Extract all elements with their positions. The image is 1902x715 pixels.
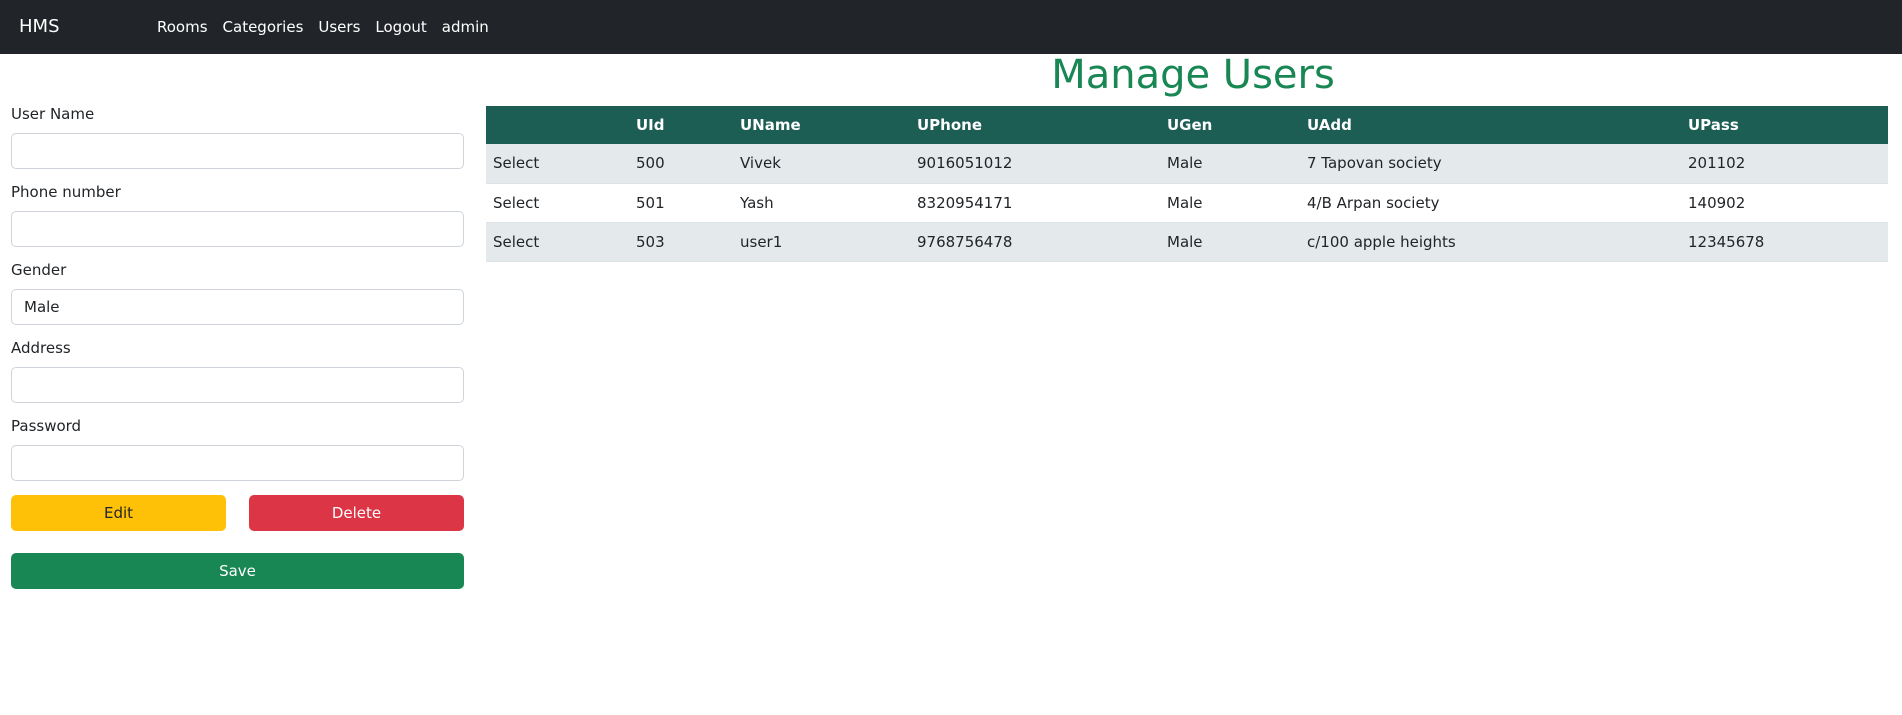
table-row: Select 500 Vivek 9016051012 Male 7 Tapov…: [486, 144, 1888, 184]
cell-uphone: 9016051012: [910, 144, 1160, 184]
select-link[interactable]: Select: [486, 183, 629, 223]
header-upass: UPass: [1688, 116, 1739, 134]
top-navbar: HMS Rooms Categories Users Logout admin: [0, 0, 1902, 54]
users-table-container: UId UName UPhone UGen UAdd UPass Select …: [486, 106, 1888, 262]
table-row: Select 501 Yash 8320954171 Male 4/B Arpa…: [486, 183, 1888, 223]
user-name-group: User Name: [11, 105, 464, 169]
header-uadd: UAdd: [1307, 116, 1352, 134]
phone-group: Phone number: [11, 183, 464, 247]
nav-links: Rooms Categories Users Logout admin: [157, 18, 489, 36]
header-select: [486, 106, 629, 144]
cell-upass: 201102: [1681, 144, 1888, 184]
cell-upass: 140902: [1681, 183, 1888, 223]
cell-uid: 501: [629, 183, 733, 223]
nav-link-users[interactable]: Users: [318, 18, 360, 36]
phone-label: Phone number: [11, 183, 121, 201]
users-table: UId UName UPhone UGen UAdd UPass Select …: [486, 106, 1888, 262]
cell-uid: 503: [629, 222, 733, 262]
user-name-input[interactable]: [11, 133, 464, 169]
cell-uphone: 9768756478: [910, 222, 1160, 262]
gender-input[interactable]: [11, 289, 464, 325]
password-label: Password: [11, 417, 82, 435]
cell-uname: user1: [733, 222, 910, 262]
password-group: Password: [11, 417, 464, 481]
table-row: Select 503 user1 9768756478 Male c/100 a…: [486, 222, 1888, 262]
cell-uid: 500: [629, 144, 733, 184]
header-uid: UId: [636, 116, 665, 134]
address-label: Address: [11, 339, 71, 357]
user-name-label: User Name: [11, 105, 95, 123]
select-link[interactable]: Select: [486, 144, 629, 184]
phone-input[interactable]: [11, 211, 464, 247]
cell-uname: Vivek: [733, 144, 910, 184]
cell-uphone: 8320954171: [910, 183, 1160, 223]
cell-uadd: c/100 apple heights: [1300, 222, 1681, 262]
header-uname: UName: [740, 116, 801, 134]
cell-uname: Yash: [733, 183, 910, 223]
nav-link-admin[interactable]: admin: [442, 18, 489, 36]
cell-ugen: Male: [1160, 144, 1300, 184]
select-link[interactable]: Select: [486, 222, 629, 262]
gender-group: Gender: [11, 261, 464, 325]
user-form: User Name Phone number Gender Address Pa…: [11, 105, 464, 589]
action-buttons: Edit Delete: [11, 495, 464, 531]
delete-button[interactable]: Delete: [249, 495, 464, 531]
address-input[interactable]: [11, 367, 464, 403]
brand-link[interactable]: HMS: [19, 16, 60, 37]
save-button[interactable]: Save: [11, 553, 464, 589]
page-title: Manage Users: [1051, 52, 1335, 98]
edit-button[interactable]: Edit: [11, 495, 226, 531]
cell-uadd: 4/B Arpan society: [1300, 183, 1681, 223]
cell-uadd: 7 Tapovan society: [1300, 144, 1681, 184]
nav-link-rooms[interactable]: Rooms: [157, 18, 208, 36]
address-group: Address: [11, 339, 464, 403]
table-header-row: UId UName UPhone UGen UAdd UPass: [486, 106, 1888, 144]
cell-ugen: Male: [1160, 183, 1300, 223]
gender-label: Gender: [11, 261, 67, 279]
header-uphone: UPhone: [917, 116, 983, 134]
header-ugen: UGen: [1167, 116, 1213, 134]
nav-link-logout[interactable]: Logout: [375, 18, 426, 36]
cell-ugen: Male: [1160, 222, 1300, 262]
cell-upass: 12345678: [1681, 222, 1888, 262]
password-input[interactable]: [11, 445, 464, 481]
nav-link-categories[interactable]: Categories: [223, 18, 304, 36]
